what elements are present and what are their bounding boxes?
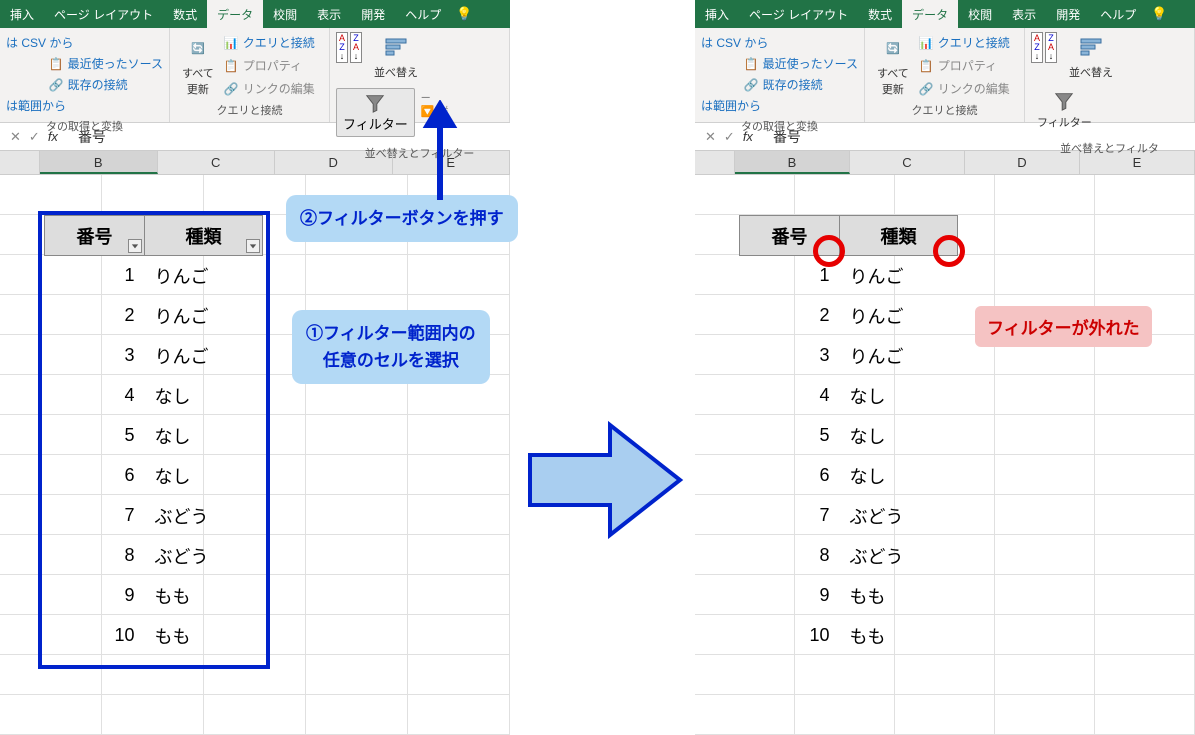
group-label: クエリと接続: [871, 100, 1018, 118]
table-row[interactable]: 4なし: [740, 376, 958, 416]
from-range-button[interactable]: は範囲から: [6, 95, 163, 116]
sort-button[interactable]: 並べ替え: [1063, 32, 1119, 82]
ribbon-tab[interactable]: ヘルプ: [395, 0, 451, 28]
sort-az-za-icons[interactable]: AZ↓ ZA↓: [1031, 32, 1057, 63]
table-row[interactable]: 8ぶどう: [740, 536, 958, 576]
table-row[interactable]: 5なし: [45, 416, 263, 456]
ribbon: は CSV から 📋 最近使ったソース 🔗 既存の接続 は範囲から タの取得と変…: [695, 28, 1195, 123]
table-row[interactable]: 1りんご: [740, 256, 958, 296]
ribbon-tab[interactable]: 校閲: [958, 0, 1002, 28]
edit-links-button[interactable]: 🔗 リンクの編集: [224, 78, 315, 99]
group-label: クエリと接続: [176, 100, 323, 118]
callout-step1: ①フィルター範囲内の 任意のセルを選択: [292, 310, 490, 384]
column-headers-right: BCDE: [695, 151, 1195, 175]
formula-input[interactable]: 番号: [763, 127, 1195, 147]
table-row[interactable]: 9もも: [740, 576, 958, 616]
table-row[interactable]: 10もも: [45, 616, 263, 656]
callout-result: フィルターが外れた: [975, 306, 1152, 347]
column-header[interactable]: C: [850, 151, 965, 174]
column-header[interactable]: D: [965, 151, 1080, 174]
table-header[interactable]: 番号: [740, 216, 840, 256]
queries-connections-button[interactable]: 📊 クエリと接続: [919, 32, 1010, 53]
fx-icon[interactable]: fx: [48, 129, 58, 145]
ribbon-tab[interactable]: 表示: [307, 0, 351, 28]
ribbon-tab[interactable]: データ: [207, 0, 263, 28]
sort-button[interactable]: 並べ替え: [368, 32, 424, 82]
edit-links-button[interactable]: 🔗 リンクの編集: [919, 78, 1010, 99]
table-row[interactable]: 1りんご: [45, 256, 263, 296]
table-row[interactable]: 7ぶどう: [740, 496, 958, 536]
table-row[interactable]: 4なし: [45, 376, 263, 416]
filter-dropdown-icon[interactable]: [128, 239, 142, 253]
table-row[interactable]: 2りんご: [740, 296, 958, 336]
from-csv-button[interactable]: は CSV から: [6, 32, 163, 53]
fx-icon[interactable]: fx: [743, 129, 753, 145]
ribbon-tab[interactable]: ページ レイアウト: [44, 0, 163, 28]
table-header[interactable]: 種類: [145, 216, 263, 256]
big-arrow-annotation: [520, 415, 690, 545]
table-header[interactable]: 番号: [45, 216, 145, 256]
table-row[interactable]: 7ぶどう: [45, 496, 263, 536]
cancel-icon[interactable]: ✕: [10, 129, 21, 145]
ribbon-tab[interactable]: データ: [902, 0, 958, 28]
ribbon-tab[interactable]: 挿入: [0, 0, 44, 28]
table-header[interactable]: 種類: [840, 216, 958, 256]
column-header[interactable]: C: [158, 151, 276, 174]
confirm-icon[interactable]: ✓: [724, 129, 735, 145]
column-header[interactable]: B: [40, 151, 158, 174]
tell-me-bulb-icon[interactable]: 💡: [451, 0, 477, 28]
ribbon-tab[interactable]: 数式: [858, 0, 902, 28]
properties-button[interactable]: 📋 プロパティ: [919, 55, 1010, 76]
tell-me-bulb-icon[interactable]: 💡: [1146, 0, 1172, 28]
existing-connections-button[interactable]: 🔗 既存の接続: [744, 74, 858, 95]
ribbon-tab[interactable]: ページ レイアウト: [739, 0, 858, 28]
ribbon-tab[interactable]: 開発: [1046, 0, 1090, 28]
existing-connections-button[interactable]: 🔗 既存の接続: [49, 74, 163, 95]
filter-dropdown-icon[interactable]: [246, 239, 260, 253]
table-row[interactable]: 3りんご: [740, 336, 958, 376]
confirm-icon[interactable]: ✓: [29, 129, 40, 145]
table-row[interactable]: 6なし: [45, 456, 263, 496]
sheet-area-left[interactable]: 番号種類1りんご2りんご3りんご4なし5なし6なし7ぶどう8ぶどう9もも10もも: [0, 175, 510, 715]
ribbon-tab[interactable]: 校閲: [263, 0, 307, 28]
ribbon-tab[interactable]: 表示: [1002, 0, 1046, 28]
table-row[interactable]: 5なし: [740, 416, 958, 456]
excel-pane-right: 挿入ページ レイアウト数式データ校閲表示開発ヘルプ💡 は CSV から 📋 最近…: [695, 0, 1195, 715]
table-row[interactable]: 10もも: [740, 616, 958, 656]
column-header[interactable]: E: [1080, 151, 1195, 174]
ribbon-tab[interactable]: 数式: [163, 0, 207, 28]
from-range-button[interactable]: は範囲から: [701, 95, 858, 116]
from-csv-button[interactable]: は CSV から: [701, 32, 858, 53]
table-row[interactable]: 9もも: [45, 576, 263, 616]
refresh-all-button[interactable]: 🔄 すべて 更新: [871, 32, 915, 100]
recent-sources-button[interactable]: 📋 最近使ったソース: [744, 53, 858, 74]
ribbon-tabs: 挿入ページ レイアウト数式データ校閲表示開発ヘルプ💡: [0, 0, 510, 28]
recent-sources-button[interactable]: 📋 最近使ったソース: [49, 53, 163, 74]
column-header[interactable]: D: [275, 151, 393, 174]
filter-button[interactable]: フィルター: [1031, 88, 1098, 132]
ribbon-tab[interactable]: 開発: [351, 0, 395, 28]
queries-connections-button[interactable]: 📊 クエリと接続: [224, 32, 315, 53]
properties-button[interactable]: 📋 プロパティ: [224, 55, 315, 76]
refresh-all-button[interactable]: 🔄 すべて 更新: [176, 32, 220, 100]
callout-step2: ②フィルターボタンを押す: [286, 195, 518, 242]
ribbon-tab[interactable]: ヘルプ: [1090, 0, 1146, 28]
table-row[interactable]: 3りんご: [45, 336, 263, 376]
ribbon-tab[interactable]: 挿入: [695, 0, 739, 28]
sheet-area-right[interactable]: 番号種類1りんご2りんご3りんご4なし5なし6なし7ぶどう8ぶどう9もも10もも: [695, 175, 1195, 715]
table-row[interactable]: 2りんご: [45, 296, 263, 336]
table-row[interactable]: 6なし: [740, 456, 958, 496]
column-header[interactable]: B: [735, 151, 850, 174]
up-arrow-annotation: [420, 100, 460, 200]
data-table-left: 番号種類1りんご2りんご3りんご4なし5なし6なし7ぶどう8ぶどう9もも10もも: [44, 215, 263, 656]
cancel-icon[interactable]: ✕: [705, 129, 716, 145]
ribbon-tabs: 挿入ページ レイアウト数式データ校閲表示開発ヘルプ💡: [695, 0, 1195, 28]
sort-az-za-icons[interactable]: AZ↓ ZA↓: [336, 32, 362, 63]
table-row[interactable]: 8ぶどう: [45, 536, 263, 576]
data-table-right: 番号種類1りんご2りんご3りんご4なし5なし6なし7ぶどう8ぶどう9もも10もも: [739, 215, 958, 656]
